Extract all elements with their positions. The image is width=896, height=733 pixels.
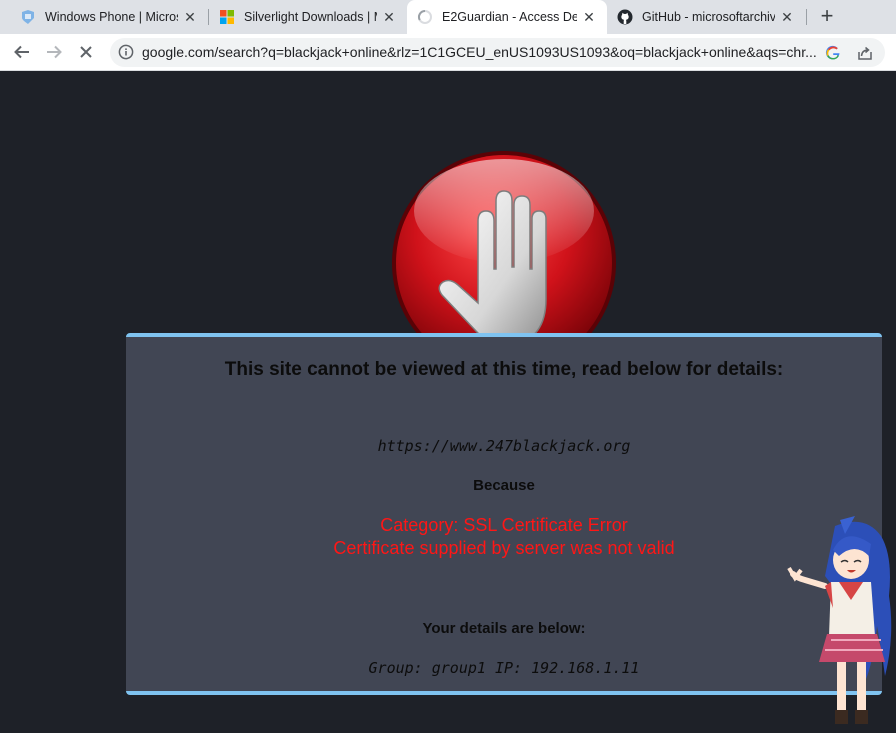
google-lens-icon[interactable] <box>824 44 842 62</box>
tab-title: GitHub - microsoftarchive <box>642 10 775 24</box>
site-info-icon[interactable] <box>118 44 134 60</box>
browser-toolbar: google.com/search?q=blackjack+online&rlz… <box>0 34 896 71</box>
block-category: Category: SSL Certificate Error <box>380 515 628 535</box>
tab-github[interactable]: GitHub - microsoftarchive ✕ <box>607 0 805 34</box>
tab-title: E2Guardian - Access Deni <box>442 10 577 24</box>
close-tab-icon[interactable]: ✕ <box>581 9 597 26</box>
because-label: Because <box>473 477 535 494</box>
block-reason: Certificate supplied by server was not v… <box>333 538 675 558</box>
microsoft-logo-icon <box>219 9 235 25</box>
stop-loading-button[interactable] <box>74 40 98 64</box>
stop-x-icon <box>80 46 92 58</box>
close-tab-icon[interactable]: ✕ <box>779 9 795 26</box>
block-message-panel: This site cannot be viewed at this time,… <box>126 333 882 695</box>
page-content: This site cannot be viewed at this time,… <box>0 71 896 728</box>
tab-e2guardian[interactable]: E2Guardian - Access Deni ✕ <box>407 0 607 34</box>
group-ip-info: Group: group1 IP: 192.168.1.11 <box>368 659 640 677</box>
tab-windows-phone[interactable]: Windows Phone | Microsof ✕ <box>10 0 208 34</box>
anime-mascot-image <box>785 516 896 733</box>
block-heading: This site cannot be viewed at this time,… <box>224 359 784 380</box>
tab-title: Windows Phone | Microsof <box>45 10 178 24</box>
loading-spinner-icon <box>417 9 433 25</box>
share-icon[interactable] <box>856 44 874 62</box>
github-icon <box>617 9 633 25</box>
forward-arrow-icon <box>47 45 62 59</box>
forward-button[interactable] <box>42 40 66 64</box>
blocked-url: https://www.247blackjack.org <box>377 437 631 455</box>
new-tab-button[interactable]: + <box>814 3 840 29</box>
close-tab-icon[interactable]: ✕ <box>182 9 198 26</box>
details-heading: Your details are below: <box>422 620 586 637</box>
back-button[interactable] <box>10 40 34 64</box>
tab-silverlight[interactable]: Silverlight Downloads | M ✕ <box>209 0 407 34</box>
tab-title: Silverlight Downloads | M <box>244 10 377 24</box>
back-arrow-icon <box>14 45 29 59</box>
close-tab-icon[interactable]: ✕ <box>381 9 397 26</box>
address-bar[interactable]: google.com/search?q=blackjack+online&rlz… <box>110 38 885 67</box>
tab-strip: Windows Phone | Microsof ✕ Silverlight D… <box>0 0 896 34</box>
tab-divider <box>806 9 807 25</box>
windows-phone-favicon-icon <box>20 9 36 25</box>
url-text[interactable]: google.com/search?q=blackjack+online&rlz… <box>142 38 822 67</box>
